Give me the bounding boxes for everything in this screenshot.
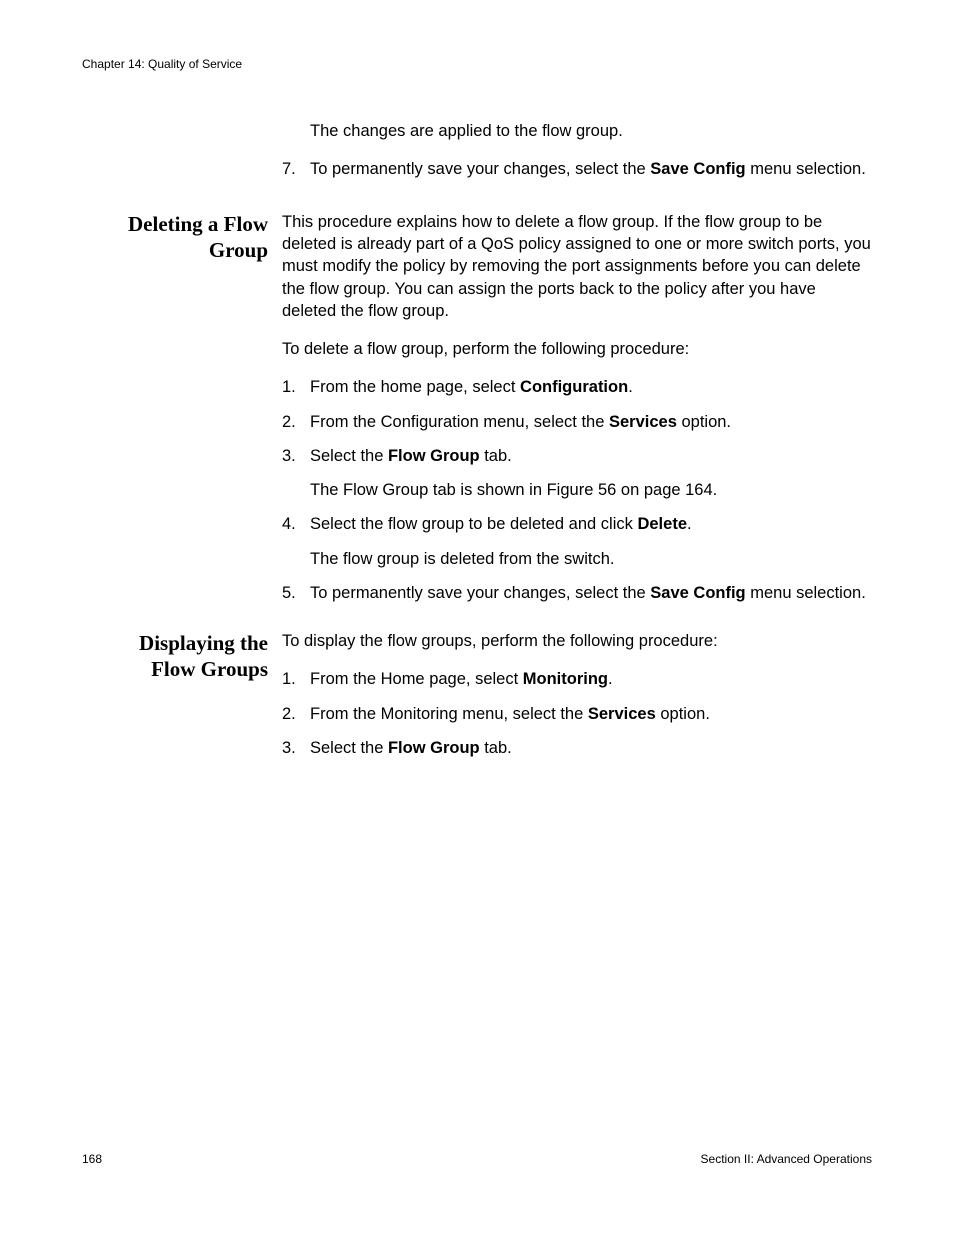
section-displaying: Displaying the Flow Groups To display th… (82, 630, 872, 771)
section2-step-1: 1. From the Home page, select Monitoring… (282, 668, 872, 690)
section2-lead: To display the flow groups, perform the … (282, 630, 872, 652)
section-deleting: Deleting a Flow Group This procedure exp… (82, 211, 872, 616)
section1-step-5: 5. To permanently save your changes, sel… (282, 582, 872, 604)
section1-step-1: 1. From the home page, select Configurat… (282, 376, 872, 398)
step-number: 7. (282, 158, 310, 180)
section1-lead: To delete a flow group, perform the foll… (282, 338, 872, 360)
page: Chapter 14: Quality of Service The chang… (0, 0, 954, 1235)
section1-intro: This procedure explains how to delete a … (282, 211, 872, 322)
section1-step-4: 4. Select the flow group to be deleted a… (282, 513, 872, 570)
page-footer: 168 Section II: Advanced Operations (82, 1151, 872, 1167)
page-number: 168 (82, 1151, 102, 1167)
section1-step-2: 2. From the Configuration menu, select t… (282, 411, 872, 433)
side-heading: Displaying the Flow Groups (82, 630, 268, 683)
section1-step4-sub: The flow group is deleted from the switc… (310, 548, 872, 570)
intro-step-7: 7. To permanently save your changes, sel… (282, 158, 872, 180)
section1-step3-sub: The Flow Group tab is shown in Figure 56… (310, 479, 872, 501)
side-heading: Deleting a Flow Group (82, 211, 268, 264)
section-label: Section II: Advanced Operations (701, 1151, 872, 1167)
section2-step-3: 3. Select the Flow Group tab. (282, 737, 872, 759)
intro-block: The changes are applied to the flow grou… (82, 120, 872, 193)
section1-step-3: 3. Select the Flow Group tab. The Flow G… (282, 445, 872, 502)
section2-step-2: 2. From the Monitoring menu, select the … (282, 703, 872, 725)
step-body: To permanently save your changes, select… (310, 158, 872, 180)
applied-text: The changes are applied to the flow grou… (310, 120, 872, 142)
running-header: Chapter 14: Quality of Service (82, 56, 872, 72)
